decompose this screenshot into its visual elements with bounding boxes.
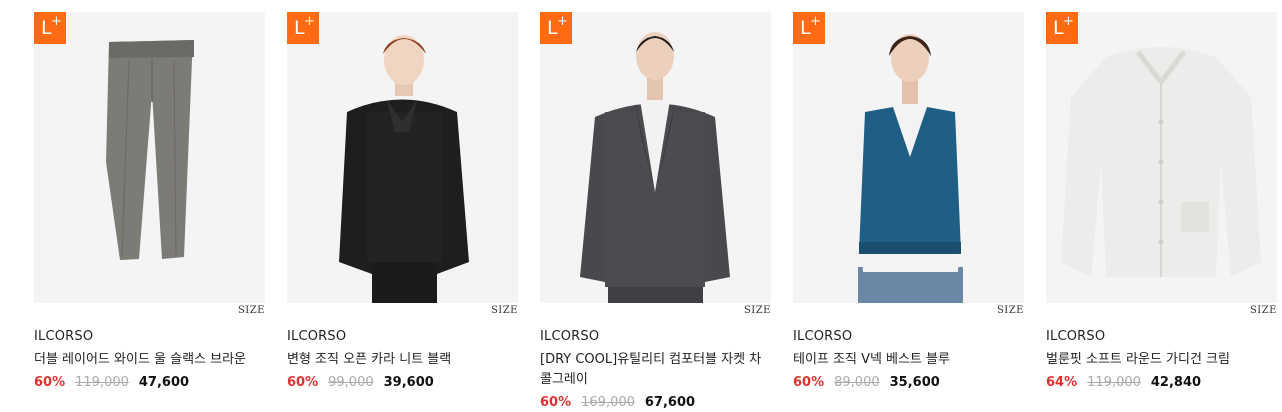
- product-image[interactable]: L +: [287, 12, 518, 303]
- product-image[interactable]: L +: [34, 12, 265, 303]
- product-image[interactable]: L +: [540, 12, 771, 303]
- sale-price: 39,600: [383, 375, 434, 390]
- sale-price: 42,840: [1150, 375, 1202, 390]
- product-name[interactable]: 벌룬핏 소프트 라운드 가디건 크림: [1046, 350, 1277, 370]
- original-price: 99,000: [328, 375, 374, 390]
- lplus-badge: L +: [793, 12, 825, 44]
- size-button[interactable]: SIZE: [1250, 305, 1277, 316]
- product-image[interactable]: L +: [793, 12, 1024, 303]
- sale-price: 67,600: [644, 395, 696, 410]
- product-image[interactable]: L +: [1046, 12, 1277, 303]
- price-row: 60% 169,000 67,600: [540, 395, 771, 410]
- model-jacket-illustration: [580, 32, 730, 303]
- product-brand[interactable]: ILCORSO: [540, 329, 771, 344]
- price-row: 60% 119,000 47,600: [34, 375, 265, 390]
- product-name[interactable]: [DRY COOL]유틸리티 컴포터블 자켓 차콜그레이: [540, 350, 771, 390]
- original-price: 89,000: [834, 375, 880, 390]
- discount-rate: 64%: [1046, 375, 1078, 390]
- lplus-badge: L +: [287, 12, 319, 44]
- product-name[interactable]: 테이프 조직 V넥 베스트 블루: [793, 350, 1024, 370]
- discount-rate: 60%: [287, 375, 319, 390]
- product-grid: L + SIZE ILCORSO 더블 레이어드 와이드 울 슬랙스 브라운 60…: [34, 12, 1277, 410]
- sale-price: 47,600: [138, 375, 190, 390]
- discount-rate: 60%: [540, 395, 572, 410]
- discount-rate: 60%: [793, 375, 825, 390]
- product-name[interactable]: 변형 조직 오픈 카라 니트 블랙: [287, 350, 518, 370]
- model-knit-illustration: [339, 35, 469, 303]
- original-price: 119,000: [75, 375, 129, 390]
- product-card[interactable]: L + SIZE ILCORSO 테이프 조직 V넥 베스트 블루 60% 89,…: [793, 12, 1024, 410]
- original-price: 169,000: [581, 395, 635, 410]
- price-row: 60% 89,000 35,600: [793, 375, 1024, 390]
- lplus-badge: L +: [1046, 12, 1078, 44]
- product-card[interactable]: L + SIZE ILCORSO [DRY COOL]유틸리티 컴포터블 자켓 차…: [540, 12, 771, 410]
- original-price: 119,000: [1087, 375, 1141, 390]
- product-card[interactable]: L + SIZE ILCORSO 더블 레이어드 와이드 울 슬랙스 브라운 60…: [34, 12, 265, 410]
- size-button[interactable]: SIZE: [491, 305, 518, 316]
- sale-price: 35,600: [889, 375, 940, 390]
- product-card[interactable]: L + SIZE ILCORSO 변형 조직 오픈 카라 니트 블랙 60% 99…: [287, 12, 518, 410]
- size-button[interactable]: SIZE: [997, 305, 1024, 316]
- product-card[interactable]: L + SIZE ILCORSO 벌룬핏 소프트 라운드 가디건 크림 64% 1…: [1046, 12, 1277, 410]
- product-brand[interactable]: ILCORSO: [287, 329, 518, 344]
- product-brand[interactable]: ILCORSO: [793, 329, 1024, 344]
- size-button[interactable]: SIZE: [744, 305, 771, 316]
- product-brand[interactable]: ILCORSO: [1046, 329, 1277, 344]
- lplus-badge: L +: [540, 12, 572, 44]
- price-row: 64% 119,000 42,840: [1046, 375, 1277, 390]
- model-vest-illustration: [833, 34, 988, 303]
- lplus-badge: L +: [34, 12, 66, 44]
- product-name[interactable]: 더블 레이어드 와이드 울 슬랙스 브라운: [34, 350, 265, 370]
- size-button[interactable]: SIZE: [238, 305, 265, 316]
- discount-rate: 60%: [34, 375, 66, 390]
- price-row: 60% 99,000 39,600: [287, 375, 518, 390]
- product-brand[interactable]: ILCORSO: [34, 329, 265, 344]
- cardigan-illustration: [1061, 47, 1261, 277]
- slacks-illustration: [106, 40, 194, 260]
